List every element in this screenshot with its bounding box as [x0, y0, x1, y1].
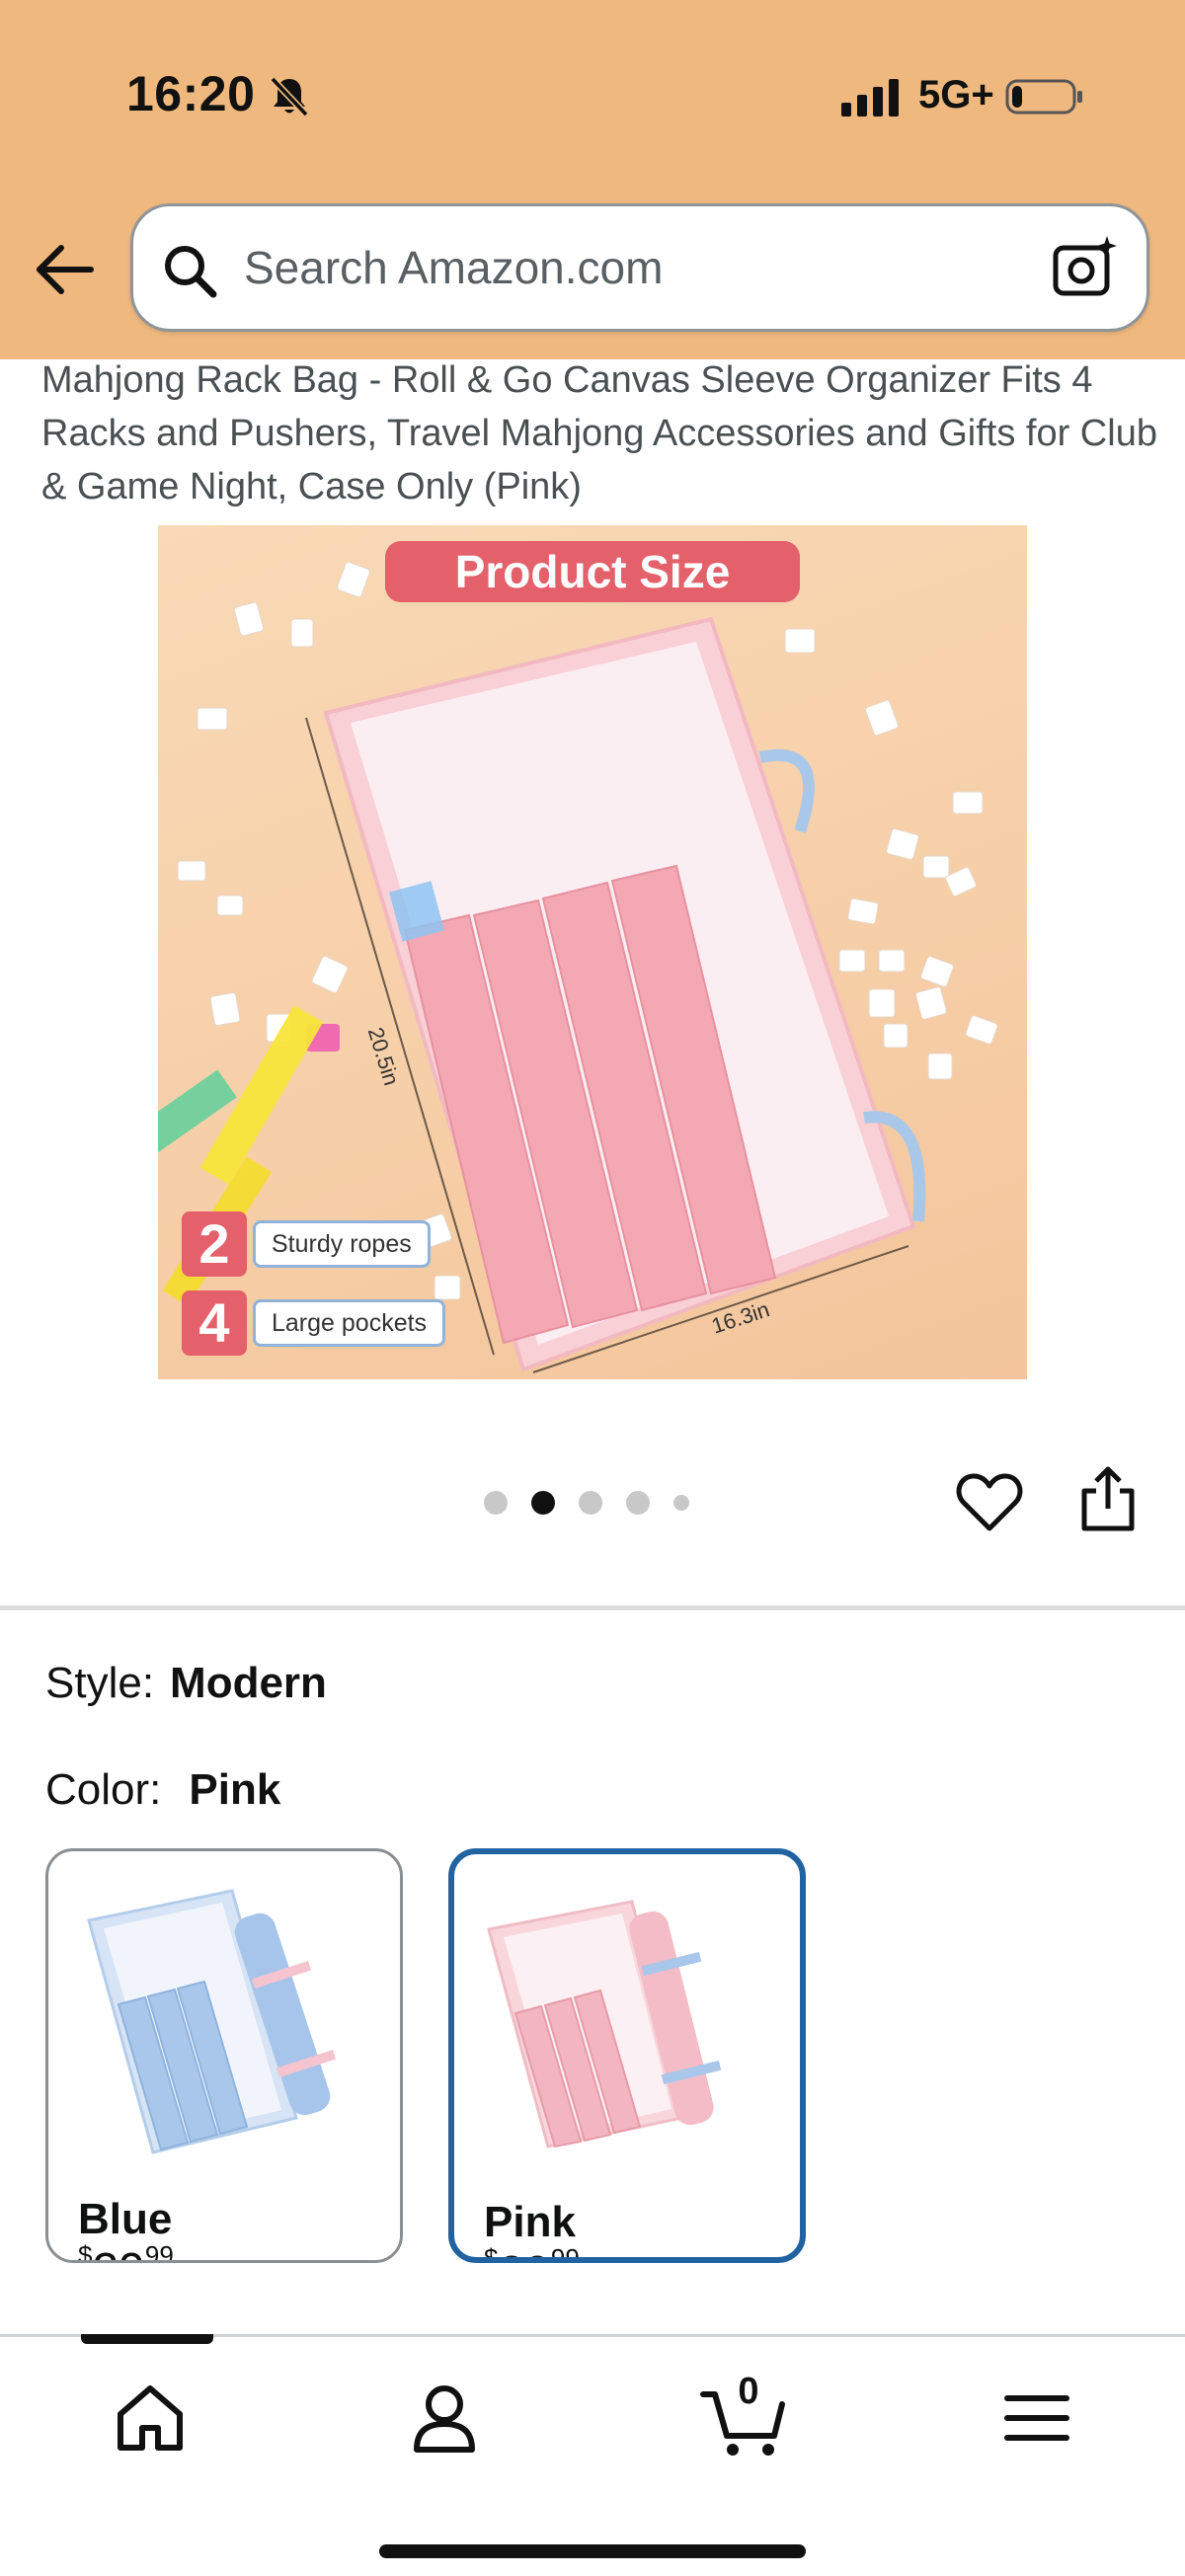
swatch-name: Pink	[484, 2198, 576, 2246]
search-bar[interactable]	[130, 203, 1149, 332]
swatch-price: $2999	[78, 2240, 174, 2263]
carousel-dot[interactable]	[673, 1495, 689, 1511]
feature-number: 4	[182, 1290, 247, 1356]
style-label: Style:	[45, 1659, 155, 1707]
wishlist-heart-icon[interactable]	[956, 1471, 1023, 1534]
carousel-dot[interactable]	[626, 1491, 650, 1515]
search-icon	[165, 246, 217, 298]
color-label: Color:	[45, 1765, 162, 1814]
back-arrow-icon[interactable]	[34, 243, 95, 296]
style-row: Style: Modern	[45, 1659, 327, 1708]
price-whole: 29	[92, 2244, 144, 2260]
carousel-dot[interactable]	[484, 1491, 508, 1515]
search-input[interactable]	[244, 206, 1034, 329]
share-icon[interactable]	[1078, 1465, 1138, 1534]
pink-bag-thumbnail	[487, 1900, 722, 2148]
image-carousel-dots[interactable]	[484, 1491, 689, 1515]
color-row: Color: Pink	[45, 1765, 280, 1815]
bell-off-icon	[270, 76, 309, 117]
signal-strength-icon	[841, 77, 899, 117]
active-tab-indicator	[81, 2334, 213, 2344]
price-fraction: 99	[144, 2240, 174, 2263]
blue-bag-thumbnail	[87, 1889, 337, 2154]
feature-badge-pockets: 4 Large pockets	[182, 1290, 446, 1356]
status-time: 16:20	[126, 66, 256, 121]
product-size-badge: Product Size	[385, 541, 800, 602]
carousel-dot-active[interactable]	[531, 1491, 555, 1515]
product-image[interactable]: Product Size 20.5in 16.3in 2 Sturdy rope…	[158, 525, 1027, 1379]
color-value: Pink	[189, 1765, 281, 1814]
camera-search-icon[interactable]	[1052, 234, 1119, 301]
price-fraction: 99	[550, 2243, 580, 2263]
cart-count-badge: 0	[738, 2371, 759, 2412]
network-type: 5G+	[918, 73, 994, 117]
product-title[interactable]: Mahjong Rack Bag - Roll & Go Canvas Slee…	[41, 353, 1157, 513]
color-swatch-blue[interactable]: Blue $2999	[45, 1848, 403, 2263]
section-divider	[0, 1605, 1185, 1610]
feature-number: 2	[182, 1211, 247, 1277]
bottom-navigation: 0	[0, 2334, 1185, 2576]
home-icon[interactable]	[111, 2379, 190, 2458]
feature-badge-ropes: 2 Sturdy ropes	[182, 1211, 431, 1277]
app-header: 16:20 5G+	[0, 0, 1185, 359]
swatch-name: Blue	[78, 2195, 173, 2243]
feature-text: Sturdy ropes	[253, 1220, 431, 1268]
carousel-dot[interactable]	[579, 1491, 602, 1515]
price-whole: 29	[498, 2247, 550, 2257]
price-symbol: $	[78, 2240, 93, 2263]
swatch-price: $2999	[484, 2243, 580, 2263]
color-swatch-pink[interactable]: Pink $2999	[448, 1848, 806, 2263]
menu-icon[interactable]	[997, 2379, 1076, 2458]
account-icon[interactable]	[405, 2379, 484, 2458]
battery-icon	[1005, 79, 1082, 115]
feature-text: Large pockets	[253, 1299, 446, 1347]
style-value: Modern	[170, 1659, 327, 1707]
price-symbol: $	[484, 2243, 499, 2263]
home-indicator-bar[interactable]	[379, 2544, 806, 2558]
